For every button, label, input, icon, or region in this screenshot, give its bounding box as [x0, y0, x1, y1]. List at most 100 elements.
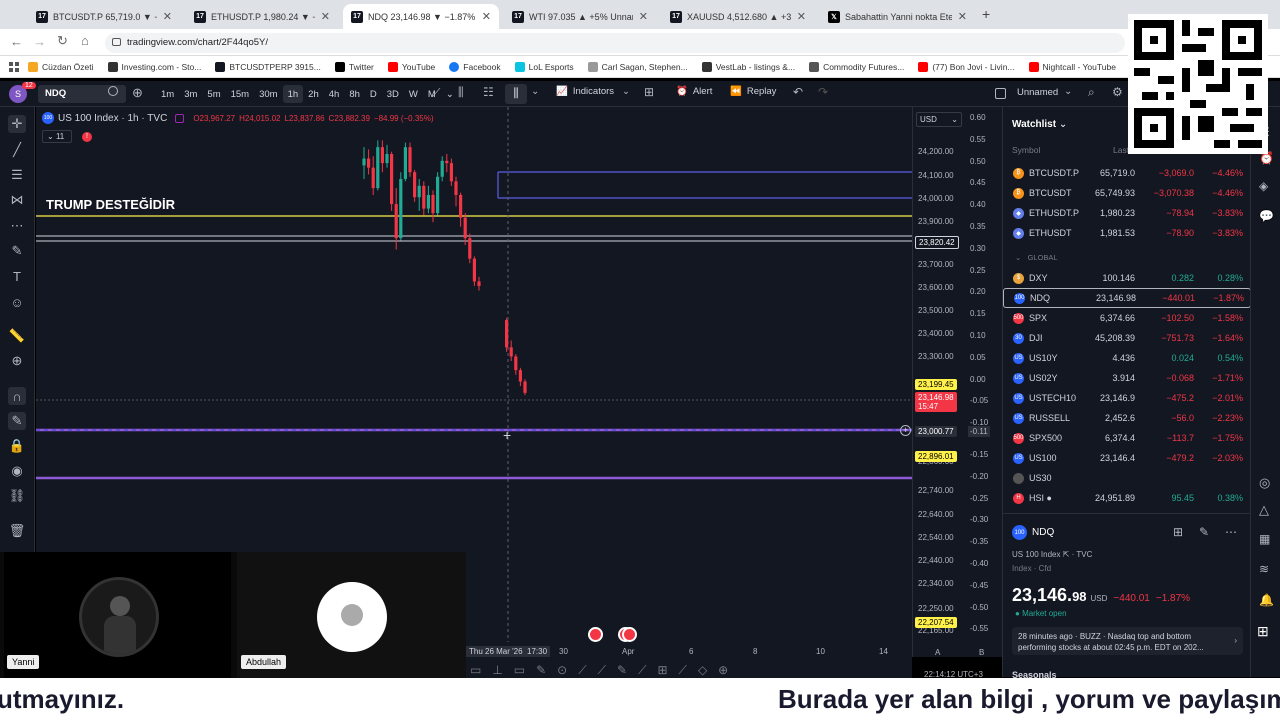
- chevron-down-icon[interactable]: ⌄: [441, 89, 459, 100]
- watchlist-row[interactable]: $ DXY 100.146 0.282 0.28%: [1003, 268, 1251, 288]
- close-icon[interactable]: ✕: [639, 10, 648, 23]
- trash-icon[interactable]: 🗑: [8, 522, 26, 540]
- bookmark[interactable]: VestLab - listings &...: [701, 61, 795, 72]
- watchlist-row[interactable]: US US10Y 4.436 0.024 0.54%: [1003, 348, 1251, 368]
- lock-icon[interactable]: 🔒: [8, 437, 26, 455]
- new-tab-icon[interactable]: +: [982, 6, 990, 22]
- browser-tab[interactable]: 17 WTI 97.035 ▲ +5% Unnamed ✕: [504, 4, 656, 29]
- chat-icon[interactable]: 💬: [1259, 209, 1274, 223]
- interval-d[interactable]: D: [365, 89, 382, 100]
- bookmark[interactable]: Cüzdan Özeti: [28, 61, 94, 72]
- watchlist-row[interactable]: ◆ ETHUSDT 1,981.53 −78.90 −3.83%: [1003, 223, 1251, 243]
- reload-icon[interactable]: ↻: [57, 33, 68, 49]
- apps-grid-icon[interactable]: ⊞: [1257, 623, 1269, 640]
- news-card[interactable]: 28 minutes ago · BUZZ · Nasdaq top and b…: [1012, 627, 1243, 655]
- calendar-icon[interactable]: ▦: [1259, 532, 1270, 546]
- bookmark[interactable]: Twitter: [334, 61, 374, 72]
- log-scale-button[interactable]: B: [979, 648, 984, 657]
- redo-icon[interactable]: ↷: [818, 85, 828, 99]
- layers-icon[interactable]: ◈: [1259, 179, 1268, 193]
- watchlist-row[interactable]: ₿ BTCUSDT.P 65,719.0 −3,069.0 −4.46%: [1003, 163, 1251, 183]
- currency-select[interactable]: USD ⌄: [916, 112, 962, 127]
- candles-icon[interactable]: ⫼: [505, 84, 527, 104]
- legend-flag-icon[interactable]: [175, 113, 185, 123]
- interval-3m[interactable]: 3m: [179, 89, 202, 100]
- add-symbol-icon[interactable]: ⊕: [132, 85, 143, 101]
- interval-1h[interactable]: 1h: [282, 85, 304, 103]
- apps-icon[interactable]: [9, 62, 19, 72]
- browser-tab[interactable]: 𝕏 Sabahattin Yanni nokta Etehe ✕: [820, 4, 975, 29]
- interval-1m[interactable]: 1m: [156, 89, 179, 100]
- watchlist-row[interactable]: ◆ ETHUSDT.P 1,980.23 −78.94 −3.83%: [1003, 203, 1251, 223]
- watchlist-row[interactable]: 500 SPX500 6,374.4 −113.7 −1.75%: [1003, 428, 1251, 448]
- close-icon[interactable]: ✕: [321, 10, 330, 23]
- brush-icon[interactable]: ✎: [8, 242, 26, 260]
- pyramid-icon[interactable]: △: [1259, 502, 1269, 518]
- bookmark[interactable]: (77) Bon Jovi - Livin...: [918, 61, 1015, 72]
- close-icon[interactable]: ✕: [958, 10, 967, 23]
- line-chart-icon[interactable]: ⟋: [432, 86, 440, 101]
- undo-icon[interactable]: ↶: [793, 85, 803, 99]
- ruler-icon[interactable]: 📏: [8, 327, 26, 345]
- link-icon[interactable]: ⛓: [8, 487, 26, 505]
- bookmark[interactable]: BTCUSDTPERP 3915...: [215, 61, 321, 72]
- bar-chart-icon[interactable]: ⫼: [458, 85, 464, 100]
- details-symbol[interactable]: NDQ: [1032, 527, 1054, 538]
- replay-button[interactable]: ⏪ Replay: [730, 86, 776, 97]
- watchlist-row[interactable]: 100 NDQ 23,146.98 −440.01 −1.87%: [1003, 288, 1251, 308]
- interval-30m[interactable]: 30m: [254, 89, 282, 100]
- interval-15m[interactable]: 15m: [226, 89, 254, 100]
- bell-icon[interactable]: 🔔: [1259, 593, 1274, 607]
- gear-icon[interactable]: ⚙: [1112, 85, 1123, 99]
- bookmark[interactable]: Investing.com - Sto...: [107, 61, 201, 72]
- interval-4h[interactable]: 4h: [324, 89, 345, 100]
- crosshair-icon[interactable]: ✛: [8, 115, 26, 133]
- auto-scale-button[interactable]: A: [935, 648, 940, 657]
- text-icon[interactable]: T: [8, 267, 26, 285]
- emoji-icon[interactable]: ☺: [8, 293, 26, 311]
- details-name[interactable]: US 100 Index: [1012, 550, 1060, 559]
- us-flag-icon[interactable]: [622, 627, 637, 642]
- stay-drawing-icon[interactable]: ✎: [8, 412, 26, 430]
- eye-icon[interactable]: ◉: [8, 462, 26, 480]
- bookmark[interactable]: LoL Esports: [514, 61, 574, 72]
- templates-icon[interactable]: ☷: [483, 85, 494, 99]
- compare-icon[interactable]: [108, 86, 118, 96]
- browser-tab[interactable]: 17 BTCUSDT.P 65,719.0 ▼ −4.46% ✕: [28, 4, 180, 29]
- bookmark[interactable]: Commodity Futures...: [809, 61, 904, 72]
- layout-name[interactable]: Unnamed: [1017, 87, 1058, 98]
- forward-icon[interactable]: →: [33, 34, 46, 49]
- interval-3d[interactable]: 3D: [382, 89, 404, 100]
- rss-icon[interactable]: ≋: [1259, 562, 1269, 576]
- home-icon[interactable]: ⌂: [81, 33, 89, 48]
- group-header[interactable]: ⌄ GLOBAL: [1015, 253, 1058, 262]
- watchlist-title[interactable]: Watchlist ⌄: [1012, 119, 1067, 130]
- alert-button[interactable]: ⏰ Alert: [676, 86, 712, 97]
- layout-grid-icon[interactable]: ⊞: [1173, 525, 1183, 539]
- chevron-down-icon[interactable]: ⌄: [1064, 86, 1072, 97]
- close-icon[interactable]: ✕: [482, 10, 491, 23]
- watchlist-row[interactable]: 500 SPX 6,374.66 −102.50 −1.58%: [1003, 308, 1251, 328]
- col-symbol[interactable]: Symbol: [1012, 145, 1040, 155]
- browser-tab[interactable]: 17 ETHUSDT.P 1,980.24 ▼ −3.83% ✕: [186, 4, 338, 29]
- indicators-button[interactable]: 📈 Indicators ⌄: [556, 86, 630, 97]
- layout-checkbox-icon[interactable]: [995, 88, 1006, 99]
- site-info-icon[interactable]: [112, 38, 121, 46]
- chevron-down-icon[interactable]: ⌄: [531, 86, 539, 97]
- close-icon[interactable]: ✕: [797, 10, 806, 23]
- bookmark[interactable]: Nightcall - YouTube: [1028, 61, 1116, 72]
- search-icon[interactable]: ⌕: [1088, 85, 1095, 100]
- interval-5m[interactable]: 5m: [202, 89, 225, 100]
- url-input[interactable]: tradingview.com/chart/2F44qo5Y/: [105, 33, 1125, 53]
- more-icon[interactable]: ⋯: [1225, 525, 1237, 539]
- watchlist-row[interactable]: US US02Y 3.914 −0.068 −1.71%: [1003, 368, 1251, 388]
- projection-icon[interactable]: ⋯: [8, 217, 26, 235]
- browser-tab[interactable]: 17 XAUUSD 4,512.680 ▲ +3.07% ✕: [662, 4, 814, 29]
- watchlist-row[interactable]: US US100 23,146.4 −479.2 −2.03%: [1003, 448, 1251, 468]
- bookmark[interactable]: YouTube: [387, 61, 435, 72]
- bookmark[interactable]: Carl Sagan, Stephen...: [587, 61, 688, 72]
- bookmark[interactable]: Facebook: [449, 61, 501, 72]
- fib-icon[interactable]: ☰: [8, 166, 26, 184]
- pattern-icon[interactable]: ⋈: [8, 191, 26, 209]
- watchlist-row[interactable]: US USTECH10 23,146.9 −475.2 −2.01%: [1003, 388, 1251, 408]
